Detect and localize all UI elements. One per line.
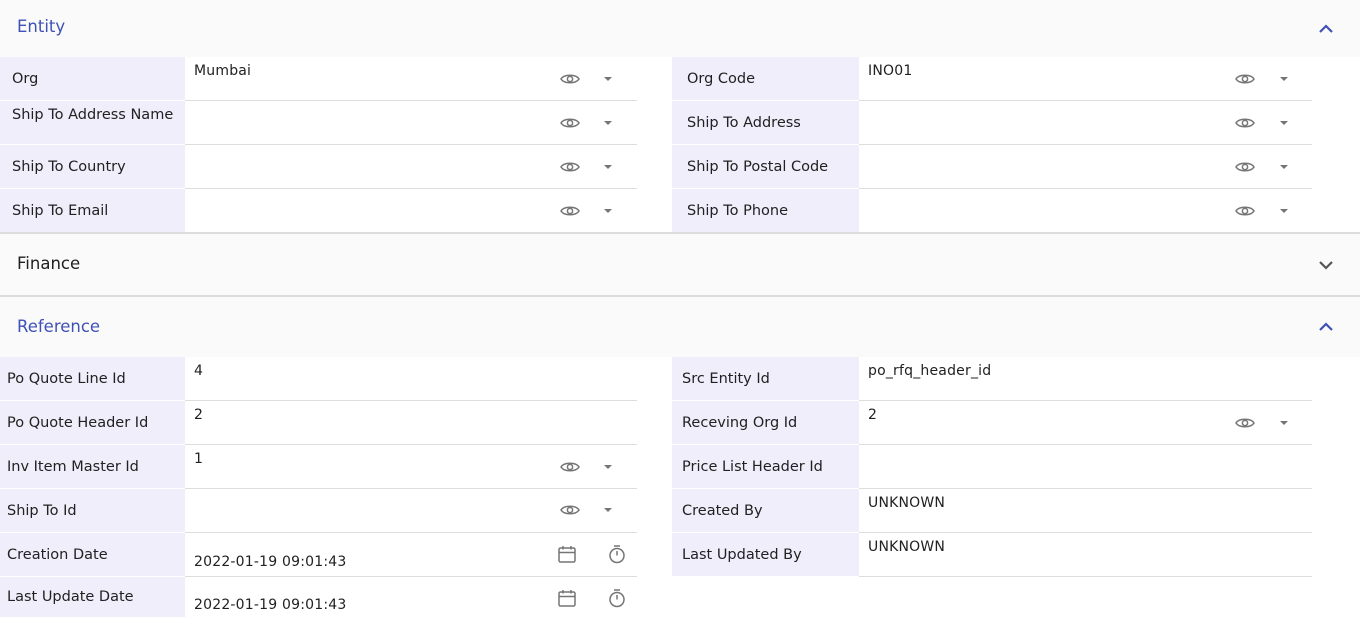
dropdown-arrow-icon[interactable] <box>603 507 613 513</box>
field-label: Ship To Phone <box>672 189 859 232</box>
field-po-quote-header-id: Po Quote Header Id 2 <box>0 401 637 445</box>
field-ship-to-country: Ship To Country <box>0 145 637 189</box>
field-label: Src Entity Id <box>672 357 859 400</box>
dropdown-arrow-icon[interactable] <box>1279 120 1289 126</box>
timer-icon[interactable] <box>607 544 627 564</box>
eye-icon[interactable] <box>1235 116 1255 130</box>
eye-icon[interactable] <box>1235 160 1255 174</box>
last-updated-by-input[interactable]: UNKNOWN <box>859 533 1312 576</box>
src-entity-id-input[interactable]: po_rfq_header_id <box>859 357 1312 400</box>
field-label: Po Quote Header Id <box>0 401 185 444</box>
chevron-down-icon[interactable] <box>1317 257 1335 273</box>
field-last-update-date: Last Update Date 2022-01-19 09:01:43 <box>0 577 637 617</box>
field-ship-to-id: Ship To Id <box>0 489 637 533</box>
field-label: Ship To Address <box>672 101 859 144</box>
field-label: Last Updated By <box>672 533 859 576</box>
field-ship-to-postal-code: Ship To Postal Code <box>672 145 1312 189</box>
section-title-finance: Finance <box>17 254 81 273</box>
dropdown-arrow-icon[interactable] <box>1279 76 1289 82</box>
eye-icon[interactable] <box>560 160 580 174</box>
field-label: Ship To Address Name <box>0 101 185 144</box>
calendar-icon[interactable] <box>557 588 577 608</box>
field-price-list-header-id: Price List Header Id <box>672 445 1312 489</box>
field-label: Receving Org Id <box>672 401 859 444</box>
timer-icon[interactable] <box>607 588 627 608</box>
section-header-reference[interactable]: Reference <box>0 297 1360 357</box>
field-label: Creation Date <box>0 533 185 576</box>
field-label: Price List Header Id <box>672 445 859 488</box>
field-label: Po Quote Line Id <box>0 357 185 400</box>
eye-icon[interactable] <box>1235 72 1255 86</box>
field-inv-item-master-id: Inv Item Master Id 1 <box>0 445 637 489</box>
calendar-icon[interactable] <box>557 544 577 564</box>
field-label: Last Update Date <box>0 577 185 617</box>
created-by-input[interactable]: UNKNOWN <box>859 489 1312 532</box>
eye-icon[interactable] <box>560 116 580 130</box>
section-header-finance[interactable]: Finance <box>0 234 1360 295</box>
po-quote-line-id-input[interactable]: 4 <box>185 357 637 400</box>
dropdown-arrow-icon[interactable] <box>603 164 613 170</box>
field-ship-to-email: Ship To Email <box>0 189 637 233</box>
dropdown-arrow-icon[interactable] <box>1279 208 1289 214</box>
dropdown-arrow-icon[interactable] <box>603 464 613 470</box>
field-label: Ship To Country <box>0 145 185 188</box>
field-org-code: Org Code INO01 <box>672 57 1312 101</box>
chevron-up-icon[interactable] <box>1317 319 1335 335</box>
chevron-up-icon[interactable] <box>1317 21 1335 37</box>
field-label: Inv Item Master Id <box>0 445 185 488</box>
dropdown-arrow-icon[interactable] <box>1279 420 1289 426</box>
field-label: Ship To Id <box>0 489 185 532</box>
eye-icon[interactable] <box>560 503 580 517</box>
eye-icon[interactable] <box>1235 416 1255 430</box>
eye-icon[interactable] <box>1235 204 1255 218</box>
eye-icon[interactable] <box>560 72 580 86</box>
field-ship-to-address: Ship To Address <box>672 101 1312 145</box>
field-label: Ship To Email <box>0 189 185 232</box>
field-po-quote-line-id: Po Quote Line Id 4 <box>0 357 637 401</box>
section-title-reference: Reference <box>17 317 101 336</box>
price-list-header-id-input[interactable] <box>859 445 1312 488</box>
field-org: Org Mumbai <box>0 57 637 101</box>
field-created-by: Created By UNKNOWN <box>672 489 1312 533</box>
po-quote-header-id-input[interactable]: 2 <box>185 401 637 444</box>
field-ship-to-address-name: Ship To Address Name <box>0 101 637 145</box>
field-label: Org <box>0 57 185 100</box>
dropdown-arrow-icon[interactable] <box>1279 164 1289 170</box>
eye-icon[interactable] <box>560 204 580 218</box>
field-ship-to-phone: Ship To Phone <box>672 189 1312 233</box>
dropdown-arrow-icon[interactable] <box>603 208 613 214</box>
field-label: Ship To Postal Code <box>672 145 859 188</box>
section-title-entity: Entity <box>17 17 66 36</box>
field-receving-org-id: Receving Org Id 2 <box>672 401 1312 445</box>
field-label: Created By <box>672 489 859 532</box>
field-last-updated-by: Last Updated By UNKNOWN <box>672 533 1312 577</box>
dropdown-arrow-icon[interactable] <box>603 120 613 126</box>
field-creation-date: Creation Date 2022-01-19 09:01:43 <box>0 533 637 577</box>
dropdown-arrow-icon[interactable] <box>603 76 613 82</box>
field-src-entity-id: Src Entity Id po_rfq_header_id <box>672 357 1312 401</box>
section-header-entity[interactable]: Entity <box>0 0 1360 57</box>
eye-icon[interactable] <box>560 460 580 474</box>
field-label: Org Code <box>672 57 859 100</box>
